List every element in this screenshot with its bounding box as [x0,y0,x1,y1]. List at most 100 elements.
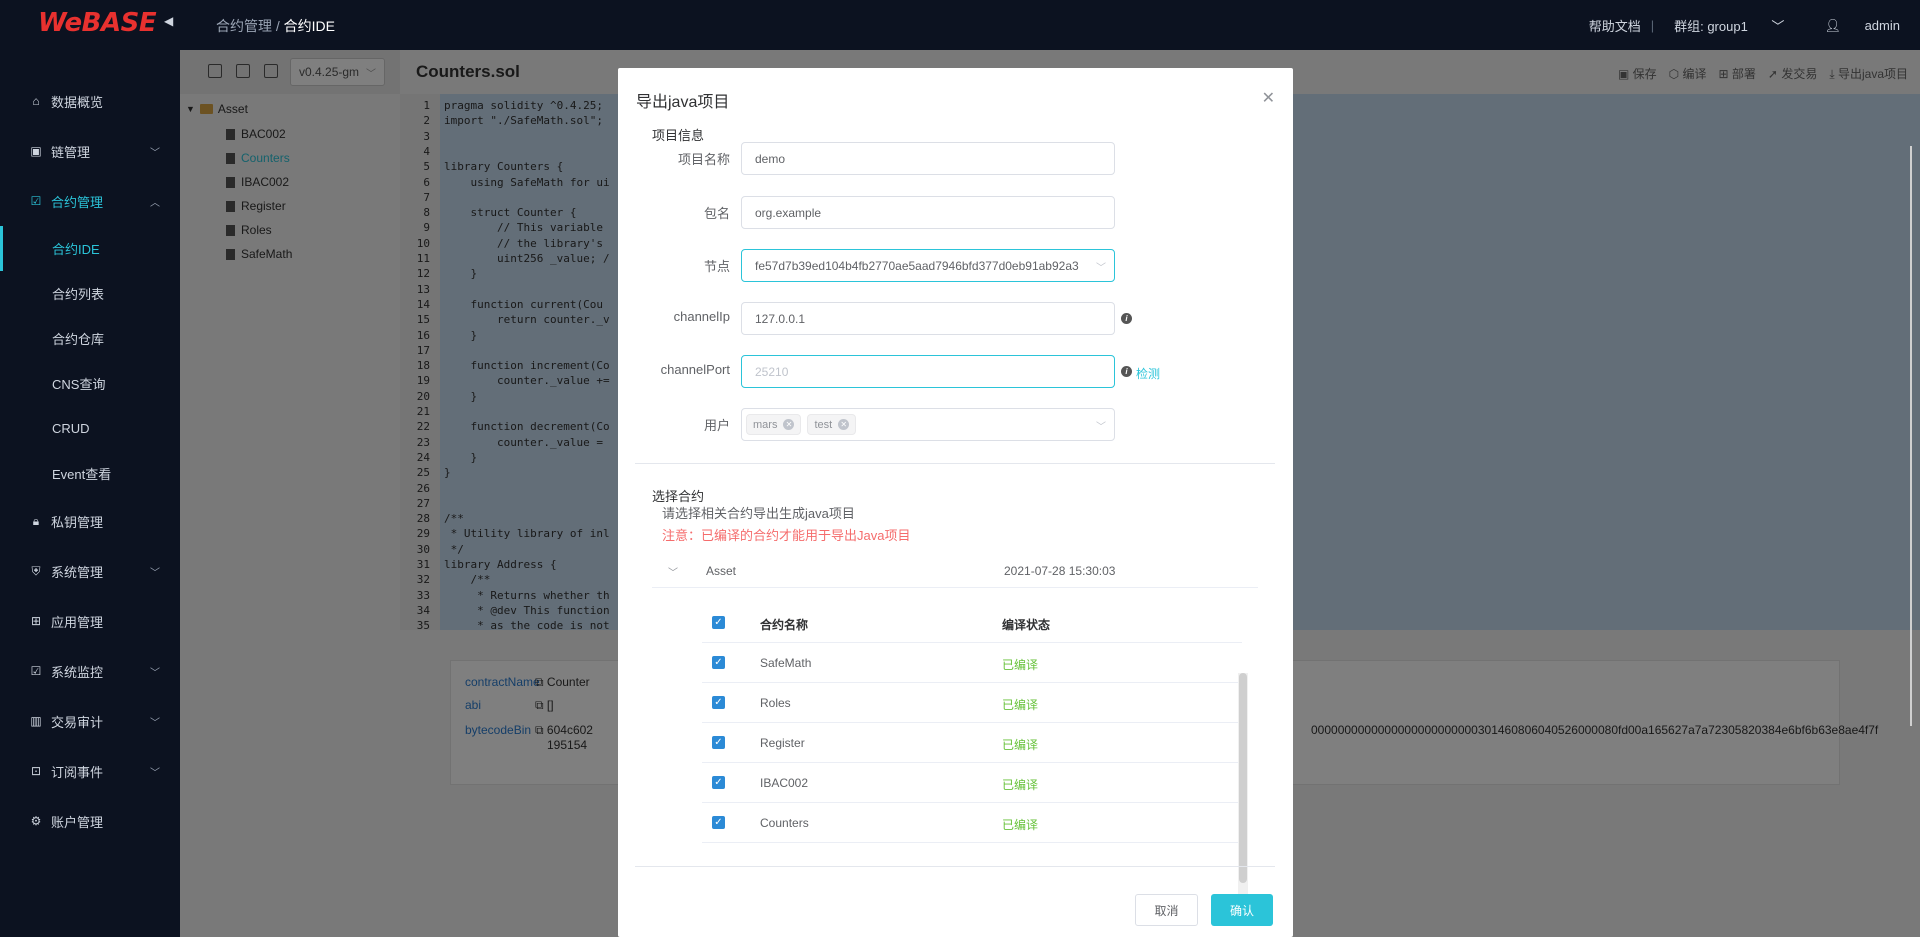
user-settings-icon: ⚙ [30,814,42,828]
chevron-down-icon: ﹀ [150,717,160,729]
compile-status: 已编译 [1002,698,1039,712]
package-label: 包名 [703,206,730,221]
check-port-link[interactable]: 检测 [1136,365,1160,382]
subscribe-icon: ⊡ [30,764,42,778]
chevron-down-icon: ﹀ [1771,19,1785,34]
help-docs-link[interactable]: 帮助文档 [1579,16,1651,35]
close-icon[interactable]: ✕ [1262,88,1275,108]
breadcrumb: 合约管理 / 合约IDE [216,18,336,34]
compile-status: 已编译 [1002,778,1039,792]
sidebar: WeBASE ◀ ⌂ 数据概览 ▣ 链管理 ﹀ ☑ 合约管理 ︿ 合约IDE 合约列表 合… [0,0,180,937]
submenu-contract-ide[interactable]: 合约IDE [0,226,180,271]
calendar-icon: ▣ [30,144,42,158]
user-tag: mars ✕ [746,414,802,435]
table-row: ✓ Counters 已编译 [702,803,1242,843]
sidebar-item-chain[interactable]: ▣ 链管理 ﹀ [0,126,180,176]
channel-ip-label: channelIp [673,309,730,324]
lock-icon: 🔒︎ [32,513,40,528]
info-icon[interactable]: i [1121,366,1132,377]
sidebar-item-system[interactable]: ⛨ 系统管理 ﹀ [0,546,180,596]
contract-group-header[interactable]: ﹀ Asset 2021-07-28 15:30:03 [652,556,1258,588]
grid-icon: ⊞ [30,614,42,628]
sidebar-item-app[interactable]: ⊞ 应用管理 [0,596,180,646]
channel-port-input[interactable]: 25210 [741,355,1115,388]
submenu-cns-query[interactable]: CNS查询 [0,361,180,406]
top-header: 合约管理 / 合约IDE 帮助文档 | 群组: group1 ﹀ 👤︎ admi… [180,0,1920,50]
sidebar-item-contract[interactable]: ☑ 合约管理 ︿ [0,176,180,226]
breadcrumb-parent[interactable]: 合约管理 [216,18,272,34]
row-checkbox[interactable]: ✓ [712,736,725,749]
submenu-contract-warehouse[interactable]: 合约仓库 [0,316,180,361]
chevron-up-icon: ︿ [150,197,160,209]
chevron-down-icon: ﹀ [150,147,160,159]
user-label: 用户 [703,418,730,433]
compile-status: 已编译 [1002,738,1039,752]
breadcrumb-current: 合约IDE [283,18,336,34]
table-row: ✓ Roles 已编译 [702,683,1242,723]
header-compile-status: 编译状态 [1002,618,1051,632]
collapse-sidebar-icon[interactable]: ◀ [164,14,173,28]
header-actions: 帮助文档 | 群组: group1 ﹀ 👤︎ admin [1579,16,1920,35]
contract-name: IBAC002 [760,776,809,790]
node-label: 节点 [703,259,730,274]
group-selector[interactable]: 群组: group1 ﹀ [1654,16,1804,35]
webase-logo[interactable]: WeBASE [38,8,157,38]
project-name-label: 项目名称 [677,152,730,167]
select-contract-hint: 请选择相关合约导出生成java项目 [662,506,855,521]
sidebar-item-audit[interactable]: ▥ 交易审计 ﹀ [0,696,180,746]
sidebar-item-overview[interactable]: ⌂ 数据概览 [0,76,180,126]
header-contract-name: 合约名称 [760,618,809,632]
contract-name: Register [760,736,805,750]
home-icon: ⌂ [32,94,40,108]
table-row: ✓ IBAC002 已编译 [702,763,1242,803]
sidebar-item-private-key[interactable]: 🔒︎ 私钥管理 [0,496,180,546]
submenu-event[interactable]: Event查看 [0,451,180,496]
cancel-button[interactable]: 取消 [1135,894,1198,926]
sidebar-item-account[interactable]: ⚙ 账户管理 [0,796,180,846]
select-all-checkbox[interactable]: ✓ [712,616,725,629]
monitor-icon: ☑ [30,664,42,678]
scrollbar-thumb[interactable] [1239,673,1247,883]
user-menu[interactable]: 👤︎ admin [1804,18,1920,34]
sidebar-item-subscribe[interactable]: ⊡ 订阅事件 ﹀ [0,746,180,796]
contract-group-name: Asset [706,564,737,578]
info-icon[interactable]: i [1121,313,1132,324]
row-checkbox[interactable]: ✓ [712,696,725,709]
contract-name: Roles [760,696,791,710]
sidebar-item-monitor[interactable]: ☑ 系统监控 ﹀ [0,646,180,696]
chevron-down-icon: ﹀ [1096,263,1106,274]
compile-warning: 注意：已编译的合约才能用于导出Java项目 [662,528,911,543]
row-checkbox[interactable]: ✓ [712,656,725,669]
channel-ip-input[interactable]: 127.0.0.1 [741,302,1115,335]
table-row: ✓ Register 已编译 [702,723,1242,763]
compile-status: 已编译 [1002,818,1039,832]
confirm-button[interactable]: 确认 [1211,894,1273,926]
row-checkbox[interactable]: ✓ [712,776,725,789]
package-input[interactable]: org.example [741,196,1115,229]
chevron-down-icon: ﹀ [1096,422,1106,433]
chevron-down-icon: ﹀ [150,567,160,579]
compile-status: 已编译 [1002,658,1039,672]
user-icon: 👤︎ [1824,17,1841,33]
table-scrollbar[interactable] [1238,673,1248,913]
shield-icon: ⛨ [31,563,41,578]
chart-icon: ▥ [30,714,42,728]
export-java-dialog: 导出java项目 ✕ 项目信息 项目名称 demo 包名 org.example… [618,68,1293,937]
row-checkbox[interactable]: ✓ [712,816,725,829]
contract-name: Counters [760,816,809,830]
submenu-contract-list[interactable]: 合约列表 [0,271,180,316]
node-select[interactable]: fe57d7b39ed104b4fb2770ae5aad7946bfd377d0… [741,249,1115,282]
dialog-title: 导出java项目 [636,94,730,111]
submenu-crud[interactable]: CRUD [0,406,180,451]
tag-close-icon[interactable]: ✕ [838,419,850,430]
chevron-down-icon: ﹀ [150,767,160,779]
user-multiselect[interactable]: mars ✕ test ✕ ﹀ [741,408,1115,441]
sidebar-menu: ⌂ 数据概览 ▣ 链管理 ﹀ ☑ 合约管理 ︿ 合约IDE 合约列表 合约仓库 CNS查询… [0,76,180,846]
user-tag: test ✕ [807,414,857,435]
tag-close-icon[interactable]: ✕ [783,419,795,430]
contract-table: ✓ 合约名称 编译状态 ✓ SafeMath 已编译 ✓ Roles 已编译 ✓… [702,603,1242,848]
chevron-down-icon: ﹀ [150,667,160,679]
contract-icon: ☑ [30,194,42,208]
channel-port-label: channelPort [660,362,730,377]
project-name-input[interactable]: demo [741,142,1115,175]
